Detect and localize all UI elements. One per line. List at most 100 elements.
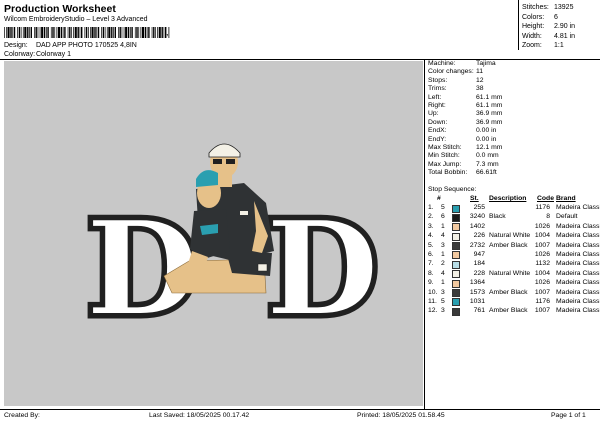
info-value: 61.1 mm [476, 93, 503, 101]
stop-description: Amber Black [489, 307, 528, 315]
stop-code: 1026 [534, 222, 550, 230]
stop-seq: 1. [428, 204, 434, 211]
stop-row: 11. 5 1031 1176 Madeira Classic 40 [428, 297, 600, 307]
stop-description: Black [489, 213, 506, 221]
stop-brand: Madeira Classic 40 [556, 307, 600, 315]
thread-color-swatch [452, 204, 460, 213]
summary-zoom: Zoom: 1:1 [522, 42, 564, 50]
info-row: Color changes: 11 [428, 68, 502, 76]
stop-brand: Madeira Classic 40 [556, 269, 600, 277]
summary-height: Height: 2.90 in [522, 23, 576, 31]
embroidery-design: D D D D [82, 143, 384, 350]
stop-description: Amber Black [489, 288, 528, 296]
stop-needle: 5 [441, 297, 445, 305]
summary-colors: Colors: 6 [522, 13, 558, 21]
col-stitches: St. [470, 195, 479, 202]
top-rule [0, 59, 600, 60]
col-number: # [437, 195, 441, 202]
software-name: Wilcom EmbroideryStudio – Level 3 Advanc… [4, 16, 148, 23]
info-row: EndX: 0.00 in [428, 127, 502, 135]
stop-row: 10.3 1573 Amber Black 1007 Madeira Classic 4… [428, 288, 600, 298]
info-row: Max Jump: 7.3 mm [428, 161, 502, 169]
header-divider [518, 0, 519, 50]
info-label: Up: [428, 110, 439, 118]
design-row: Design: DAD APP PHOTO 170525 4,8IN [4, 42, 137, 49]
colorway-value: Colorway 1 [35, 51, 71, 58]
stop-seq: 10. [428, 288, 438, 296]
stop-code: 1004 [534, 232, 550, 240]
stop-code: 1004 [534, 269, 550, 277]
stop-needle: 3 [441, 307, 445, 315]
info-row: Down: 36.9 mm [428, 119, 502, 127]
info-value: 0.0 mm [476, 152, 499, 160]
stop-seq: 7. [428, 260, 434, 268]
stop-row: 6. 1 947 1026 Madeira Classic 40 [428, 250, 600, 260]
info-row: Machine: Tajima [428, 60, 502, 68]
stop-row: 1. 5 255 1176 Madeira Classic 40 [428, 203, 600, 213]
page-number: Page 1 of 1 [551, 412, 586, 419]
info-label: Max Jump: [428, 160, 462, 168]
stop-sequence: Stop Sequence: # St. Description Code Br… [428, 185, 600, 316]
stop-stitches: 1364 [469, 279, 485, 287]
last-saved: Last Saved: 18/05/2025 00.17.42 [149, 412, 250, 419]
stop-row: 4. 4 226 Natural White1004 Madeira Classic 4… [428, 231, 600, 241]
summary-width: Width: 4.81 in [522, 32, 576, 40]
stop-needle: 6 [441, 213, 445, 221]
stop-row: 2. 6 3240 Black 8 Default [428, 212, 578, 222]
stop-brand: Madeira Classic 40 [556, 222, 600, 230]
col-description: Description [489, 195, 527, 202]
colorway-label: Colorway: [4, 51, 36, 58]
letter-d-right-face: D [266, 192, 379, 345]
thread-color-swatch [452, 223, 460, 232]
stop-stitches: 184 [473, 260, 485, 268]
stop-stitches: 226 [473, 232, 485, 240]
letter-d-right: D D [262, 188, 384, 350]
stop-needle: 1 [441, 279, 445, 287]
stop-brand: Madeira Classic 40 [556, 260, 600, 268]
stop-needle: 3 [441, 241, 445, 249]
stop-seq: 9. [428, 279, 434, 287]
stop-stitches: 1573 [469, 288, 485, 296]
stop-needle: 4 [441, 269, 445, 277]
stop-seq: 12. [428, 307, 438, 315]
info-value: Tajima [476, 60, 496, 67]
info-label: Stops: [428, 76, 448, 84]
stop-brand: Madeira Classic 40 [556, 297, 600, 305]
colorway-row: Colorway: Colorway 1 [4, 51, 71, 58]
stop-code: 1132 [535, 260, 550, 268]
design-value: DAD APP PHOTO 170525 4,8IN [35, 42, 137, 49]
printed-date: Printed: 18/05/2025 01.58.45 [357, 412, 445, 419]
thread-color-swatch [452, 298, 460, 307]
info-label: Max Stitch: [428, 143, 462, 151]
panel-divider [424, 59, 425, 409]
info-label: Color changes: [428, 68, 474, 76]
stop-seq: 8. [428, 269, 434, 277]
bottom-rule [0, 409, 600, 410]
stop-code: 1007 [534, 241, 550, 249]
stop-seq: 11. [428, 297, 437, 305]
stop-row: 5. 3 2732 Amber Black 1007 Madeira Classic 40 [428, 241, 600, 251]
info-value: 61.1 mm [476, 101, 503, 109]
stop-row: 7. 2 184 1132 Madeira Classic 40 [428, 259, 600, 269]
worksheet-title: Production Worksheet [4, 3, 116, 15]
info-row: Left: 61.1 mm [428, 94, 502, 102]
stop-code: 1176 [535, 204, 550, 211]
thread-color-swatch [452, 279, 460, 288]
stop-brand: Default [556, 213, 578, 221]
info-row: Max Stitch: 12.1 mm [428, 144, 502, 152]
stop-stitches: 1402 [469, 222, 485, 230]
info-value: 36.9 mm [476, 110, 503, 118]
thread-color-swatch [452, 242, 460, 251]
info-label: Min Stitch: [428, 152, 460, 160]
col-brand: Brand [556, 195, 576, 202]
info-value: 38 [476, 85, 484, 93]
stop-seq: 3. [428, 222, 434, 230]
thread-color-swatch [452, 307, 460, 316]
design-label: Design: [4, 42, 28, 49]
stop-code: 1026 [534, 250, 550, 258]
stop-sequence-title: Stop Sequence: [428, 186, 477, 193]
thread-color-swatch [452, 289, 460, 298]
info-value: 11 [476, 68, 484, 76]
stop-code: 8 [546, 213, 550, 221]
stop-brand: Madeira Classic 40 [556, 241, 600, 249]
